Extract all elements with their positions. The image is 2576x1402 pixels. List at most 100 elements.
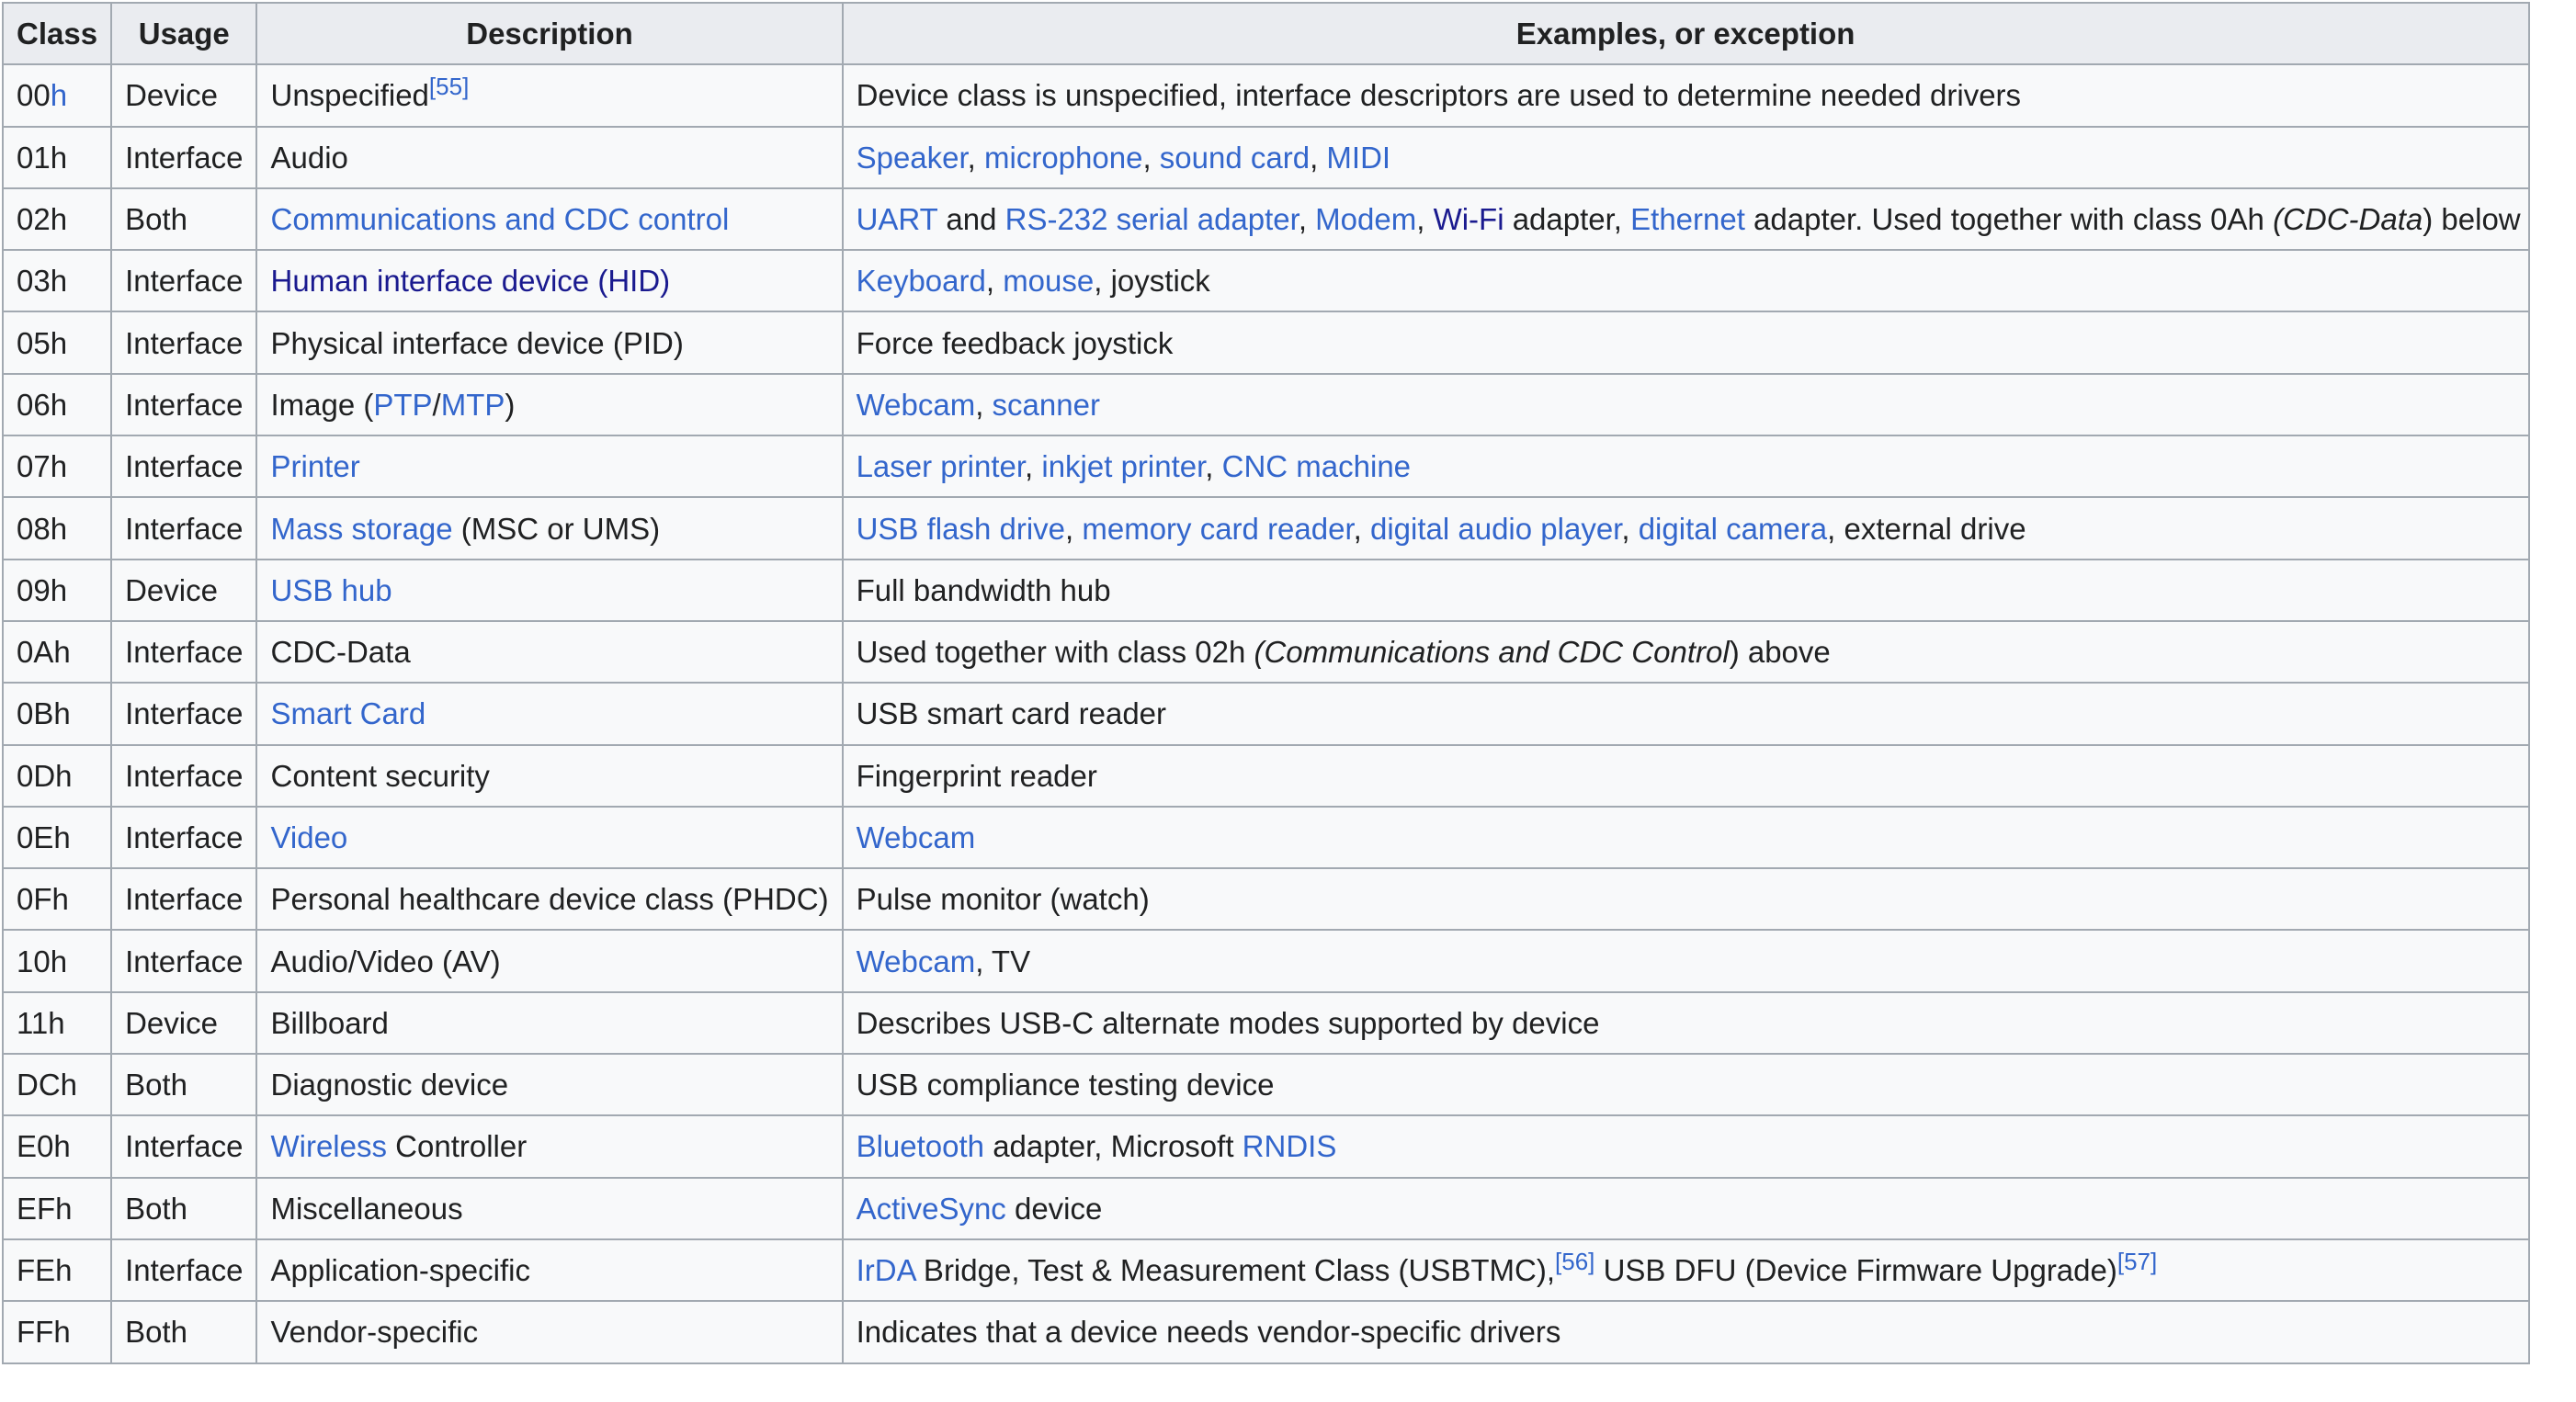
cell-text: , — [967, 140, 985, 175]
wiki-link[interactable]: Laser printer — [857, 449, 1025, 483]
cell-text: Vendor-specific — [270, 1315, 479, 1350]
cell-usage: Interface — [110, 372, 258, 437]
table-row: 07h Interface Printer Laser printer, inkjet… — [1, 435, 2530, 499]
wiki-link[interactable]: Communications and CDC control — [270, 202, 729, 236]
table-row: 02h Both Communications and CDC control UAR… — [1, 187, 2530, 252]
usb-device-class-table: Class Usage Description Examples, or exc… — [1, 1, 2530, 1364]
table-row: 0Eh Interface Video Webcam — [1, 805, 2530, 870]
wiki-link[interactable]: CNC machine — [1222, 449, 1411, 483]
wiki-link[interactable]: Webcam — [857, 820, 976, 854]
cell-text: , — [1621, 511, 1639, 546]
table-row: 05h Interface Physical interface device (P… — [1, 311, 2530, 375]
wiki-link[interactable]: IrDA — [857, 1253, 915, 1287]
wiki-link[interactable]: Mass storage — [270, 512, 452, 546]
cell-text: 08h — [17, 511, 68, 546]
wiki-link[interactable]: USB hub — [270, 573, 392, 607]
cell-text: Unspecified — [270, 78, 429, 113]
wiki-link[interactable]: UART — [857, 202, 938, 236]
cell-text: Pulse monitor (watch) — [856, 882, 1150, 917]
cell-text: , — [1142, 140, 1160, 175]
wiki-link[interactable]: Modem — [1315, 202, 1416, 236]
wiki-link[interactable]: Speaker — [857, 141, 968, 175]
wiki-link[interactable]: Printer — [270, 449, 359, 483]
cell-usage: Device — [110, 990, 258, 1056]
cell-description: Miscellaneous — [255, 1176, 844, 1240]
cell-text: 07h — [17, 449, 68, 484]
wiki-link[interactable]: RS-232 serial adapter — [1005, 202, 1299, 236]
wiki-link[interactable]: scanner — [993, 388, 1100, 422]
cell-examples: Describes USB-C alternate modes supporte… — [841, 990, 2530, 1056]
wiki-link[interactable]: microphone — [984, 141, 1142, 175]
cell-text: E0h — [17, 1129, 71, 1164]
cell-usage: Both — [110, 1176, 258, 1240]
wiki-link[interactable]: RNDIS — [1243, 1129, 1337, 1163]
reference-superscript: [56] — [1555, 1248, 1594, 1275]
cell-text: Device class is unspecified, interface d… — [856, 78, 2022, 113]
cell-class: 08h — [1, 496, 113, 560]
table-row: E0h Interface Wireless Controller Bluetooth… — [1, 1114, 2530, 1179]
italic-text: (Communications and CDC Control — [1254, 635, 1730, 670]
cell-text: Indicates that a device needs vendor-spe… — [856, 1315, 1561, 1350]
cell-usage: Interface — [110, 125, 258, 189]
wiki-link[interactable]: Ethernet — [1630, 202, 1745, 236]
wiki-link[interactable]: Smart Card — [270, 696, 426, 730]
wiki-link[interactable]: Keyboard — [857, 264, 986, 298]
wiki-link[interactable]: PTP — [373, 388, 432, 422]
reference-link[interactable]: [56] — [1555, 1248, 1594, 1275]
reference-superscript: [55] — [429, 73, 469, 100]
wiki-link[interactable]: Video — [270, 820, 347, 854]
wiki-link[interactable]: digital camera — [1639, 512, 1827, 546]
wiki-link[interactable]: mouse — [1003, 264, 1094, 298]
table-row: 03h Interface Human interface device (HID)… — [1, 249, 2530, 313]
wiki-link[interactable]: USB flash drive — [857, 512, 1065, 546]
cell-text: ) below — [2423, 202, 2521, 237]
cell-text: , — [1416, 202, 1434, 237]
wiki-link[interactable]: sound card — [1160, 141, 1310, 175]
cell-description: CDC-Data — [255, 619, 844, 684]
wiki-link[interactable]: h — [51, 78, 67, 112]
cell-class: 0Dh — [1, 743, 113, 808]
cell-text: Image ( — [270, 387, 374, 422]
cell-examples: ActiveSync device — [841, 1176, 2530, 1240]
wiki-link[interactable]: ActiveSync — [857, 1192, 1006, 1226]
table-row: 08h Interface Mass storage (MSC or UMS) USB… — [1, 496, 2530, 560]
cell-class: 06h — [1, 372, 113, 437]
cell-text: Interface — [125, 944, 244, 978]
wiki-link[interactable]: Wi-Fi — [1434, 202, 1504, 236]
wiki-link[interactable]: memory card reader — [1082, 512, 1353, 546]
wiki-link[interactable]: Webcam — [857, 944, 976, 978]
cell-usage: Interface — [110, 805, 258, 870]
cell-text: 11h — [17, 1005, 65, 1040]
wiki-link[interactable]: inkjet printer — [1041, 449, 1205, 483]
wiki-link[interactable]: Wireless — [270, 1129, 387, 1163]
cell-class: 0Eh — [1, 805, 113, 870]
cell-description: Human interface device (HID) — [255, 249, 844, 313]
wiki-link[interactable]: MIDI — [1326, 141, 1390, 175]
cell-text: Interface — [125, 511, 244, 546]
wiki-link[interactable]: Bluetooth — [857, 1129, 984, 1163]
cell-class: 0Bh — [1, 682, 113, 746]
reference-link[interactable]: [55] — [429, 73, 469, 100]
wiki-link[interactable]: MTP — [441, 388, 505, 422]
wiki-link[interactable]: Webcam — [857, 388, 976, 422]
wiki-link[interactable]: digital audio player — [1370, 512, 1621, 546]
cell-examples: Full bandwidth hub — [841, 558, 2530, 622]
cell-text: , external drive — [1827, 511, 2026, 546]
cell-text: DCh — [17, 1068, 78, 1102]
cell-text: CDC-Data — [270, 635, 411, 670]
header-description: Description — [255, 1, 844, 66]
cell-description: Diagnostic device — [255, 1053, 844, 1117]
cell-description: Vendor-specific — [255, 1300, 844, 1364]
reference-link[interactable]: [57] — [2117, 1248, 2157, 1275]
cell-examples: Fingerprint reader — [841, 743, 2530, 808]
table-row: FFh Both Vendor-specific Indicates that a d… — [1, 1300, 2530, 1364]
table-row: 00h Device Unspecified[55] Device class is … — [1, 63, 2530, 128]
cell-text: Both — [125, 1191, 187, 1226]
wiki-link[interactable]: Human interface device (HID) — [270, 264, 670, 298]
cell-text: Interface — [125, 264, 244, 299]
cell-class: 10h — [1, 929, 113, 993]
cell-examples: USB flash drive, memory card reader, dig… — [841, 496, 2530, 560]
cell-class: 09h — [1, 558, 113, 622]
cell-usage: Interface — [110, 1114, 258, 1179]
cell-text: Describes USB-C alternate modes supporte… — [856, 1005, 1600, 1040]
